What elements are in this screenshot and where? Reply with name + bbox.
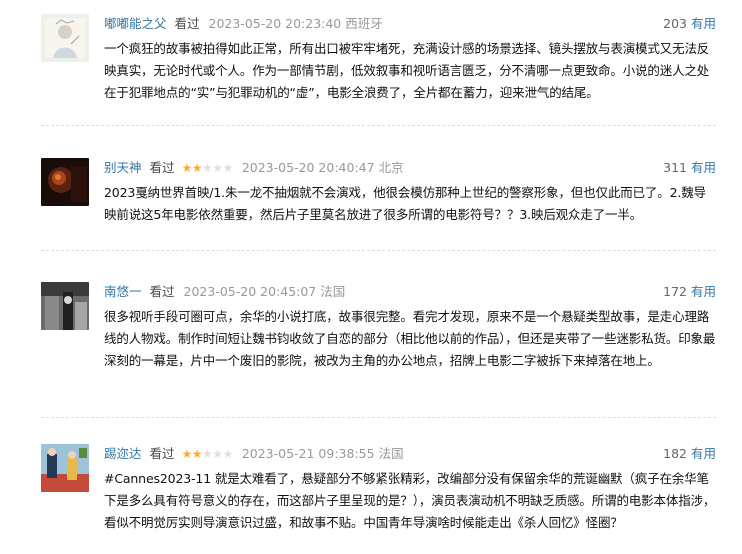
vote-area: 203 有用 xyxy=(663,14,716,34)
rating-stars: ★★★★★ xyxy=(181,444,234,464)
useful-vote-button[interactable]: 有用 xyxy=(691,160,716,175)
comment-location: 北京 xyxy=(378,160,404,175)
comment-header: 踢迩达 看过 ★★★★★ 2023-05-21 09:38:55 法国 182 有… xyxy=(104,444,716,464)
vote-count: 311 xyxy=(663,160,687,175)
avatar[interactable] xyxy=(41,282,89,330)
star-icon: ★ xyxy=(212,447,223,461)
star-icon: ★ xyxy=(222,161,234,175)
comment-content: 2023戛纳世界首映/1.朱一龙不抽烟就不会演戏，他很会模仿那种上世纪的警察形象… xyxy=(104,185,706,222)
comment-header: 嘟嘟能之父 看过 2023-05-20 20:23:40 西班牙 203 有用 xyxy=(104,14,716,34)
comment-content: #Cannes2023-11 就是太难看了，悬疑部分不够紧张精彩，改编部分没有保… xyxy=(104,471,716,530)
star-icon: ★ xyxy=(212,161,223,175)
useful-vote-button[interactable]: 有用 xyxy=(691,446,716,461)
comment-location: 法国 xyxy=(320,284,346,299)
star-icon: ★ xyxy=(202,161,213,175)
username-link[interactable]: 别天神 xyxy=(104,160,142,175)
comment-location: 西班牙 xyxy=(345,16,383,31)
star-icon: ★ xyxy=(181,161,193,175)
username-link[interactable]: 嘟嘟能之父 xyxy=(104,16,167,31)
vote-count: 182 xyxy=(663,446,687,461)
vote-count: 203 xyxy=(663,16,687,31)
vote-area: 311 有用 xyxy=(663,158,716,178)
star-icon: ★ xyxy=(202,447,213,461)
star-icon: ★ xyxy=(181,447,193,461)
star-icon: ★ xyxy=(222,447,234,461)
comment-time: 2023-05-20 20:23:40 xyxy=(208,16,342,31)
comment-header: 南悠一 看过 2023-05-20 20:45:07 法国 172 有用 xyxy=(104,282,716,302)
star-icon: ★ xyxy=(191,447,203,461)
vote-area: 182 有用 xyxy=(663,444,716,464)
star-icon: ★ xyxy=(191,161,203,175)
comment-content: 一个疯狂的故事被拍得如此正常，所有出口被牢牢堵死，充满设计感的场景选择、镜头摆放… xyxy=(104,41,710,100)
avatar[interactable] xyxy=(41,158,89,206)
vote-count: 172 xyxy=(663,284,687,299)
comment-content: 很多视听手段可圈可点，余华的小说打底，故事很完整。看完才发现，原来不是一个悬疑类… xyxy=(104,309,716,368)
rating-stars: ★★★★★ xyxy=(181,158,234,178)
comment-time: 2023-05-21 09:38:55 xyxy=(241,446,375,461)
divider xyxy=(41,417,716,418)
watched-label: 看过 xyxy=(174,16,200,31)
comment-time: 2023-05-20 20:40:47 xyxy=(241,160,375,175)
divider xyxy=(41,125,716,126)
watched-label: 看过 xyxy=(149,284,175,299)
comment-time: 2023-05-20 20:45:07 xyxy=(183,284,317,299)
divider xyxy=(41,250,716,251)
useful-vote-button[interactable]: 有用 xyxy=(691,284,716,299)
watched-label: 看过 xyxy=(149,160,175,175)
username-link[interactable]: 南悠一 xyxy=(104,284,142,299)
username-link[interactable]: 踢迩达 xyxy=(104,446,142,461)
avatar[interactable] xyxy=(41,14,89,62)
comment-header: 别天神 看过 ★★★★★ 2023-05-20 20:40:47 北京 311 有… xyxy=(104,158,716,178)
comment-location: 法国 xyxy=(378,446,404,461)
avatar[interactable] xyxy=(41,444,89,492)
vote-area: 172 有用 xyxy=(663,282,716,302)
useful-vote-button[interactable]: 有用 xyxy=(691,16,716,31)
watched-label: 看过 xyxy=(149,446,175,461)
